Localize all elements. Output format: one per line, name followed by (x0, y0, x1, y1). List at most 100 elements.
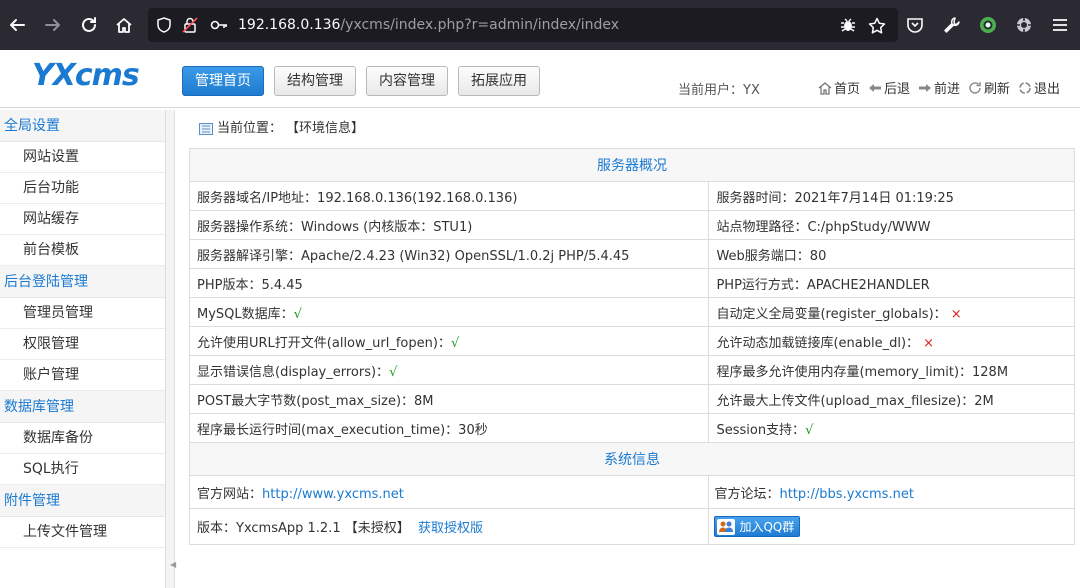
bug-icon[interactable] (840, 17, 856, 33)
url-host: 192.168.0.136 (238, 17, 341, 33)
app-header: YXcms 管理首页 结构管理 内容管理 拓展应用 当前用户：YX 首页 后退 … (0, 50, 1080, 108)
home-icon[interactable] (112, 13, 136, 37)
join-qq-group-button[interactable]: 加入QQ群 (714, 516, 801, 537)
display-errors: 显示错误信息(display_errors)：√ (188, 355, 710, 385)
version-info: 版本：YxcmsApp 1.2.1 【未授权】 获取授权版 (188, 508, 710, 545)
current-user: 当前用户：YX (678, 83, 760, 98)
official-forum-link[interactable]: http://bbs.yxcms.net (779, 487, 913, 502)
sidebar-group-login-management[interactable]: 后台登陆管理 (0, 266, 165, 298)
sidebar-group-global-settings[interactable]: 全局设置 (0, 110, 165, 142)
sidebar: 全局设置 网站设置 后台功能 网站缓存 前台模板 后台登陆管理 管理员管理 权限… (0, 110, 165, 588)
wrench-icon[interactable] (940, 13, 964, 37)
table-row: 官方网站：http://www.yxcms.net 官方论坛：http://bb… (188, 475, 1075, 509)
register-globals-label: 自动定义全局变量(register_globals)： (716, 306, 947, 322)
register-globals: 自动定义全局变量(register_globals)： × (708, 297, 1075, 327)
sidebar-item-backend-functions[interactable]: 后台功能 (0, 173, 165, 204)
breadcrumb-label: 当前位置： (217, 121, 283, 136)
official-site-link[interactable]: http://www.yxcms.net (262, 487, 404, 502)
check-icon: √ (450, 335, 460, 351)
back-icon[interactable] (5, 13, 29, 37)
check-icon: √ (293, 306, 302, 322)
cross-icon: × (923, 335, 935, 351)
official-forum-label: 官方论坛： (714, 486, 780, 502)
php-version: PHP版本：5.4.45 (188, 268, 710, 298)
memory-limit: 程序最多允许使用内存量(memory_limit)：128M (708, 355, 1075, 385)
sidebar-item-frontend-templates[interactable]: 前台模板 (0, 235, 165, 266)
tab-content[interactable]: 内容管理 (366, 66, 448, 96)
header-link-forward-label: 前进 (934, 82, 961, 97)
sidebar-item-database-backup[interactable]: 数据库备份 (0, 423, 165, 454)
sidebar-splitter[interactable] (165, 110, 175, 588)
check-icon: √ (805, 422, 814, 438)
server-overview-header-row: 服务器概况 (189, 148, 1075, 182)
main-content: 当前位置： 【环境信息】 服务器概况 服务器域名/IP地址：192.168.0.… (188, 110, 1075, 545)
menu-icon[interactable] (1048, 13, 1072, 37)
header-link-home[interactable]: 首页 (818, 78, 860, 97)
arrow-left-icon (869, 83, 881, 92)
header-link-logout-label: 退出 (1034, 82, 1061, 97)
get-license-link[interactable]: 获取授权版 (418, 521, 483, 536)
header-link-back[interactable]: 后退 (868, 78, 910, 97)
official-site-label: 官方网站： (197, 486, 263, 502)
table-row: POST最大字节数(post_max_size)：8M 允许最大上传文件(upl… (188, 384, 1075, 414)
server-engine: 服务器解译引擎：Apache/2.4.23 (Win32) OpenSSL/1.… (188, 239, 710, 269)
collapse-left-icon[interactable]: ◀ (170, 560, 176, 569)
arrow-right-icon (919, 83, 931, 92)
bookmark-star-icon[interactable] (868, 17, 886, 34)
sidebar-group-database[interactable]: 数据库管理 (0, 391, 165, 423)
allow-url-fopen: 允许使用URL打开文件(allow_url_fopen)：√ (188, 326, 710, 356)
max-execution-time: 程序最长运行时间(max_execution_time)：30秒 (188, 413, 710, 443)
tab-admin-home[interactable]: 管理首页 (182, 66, 264, 96)
sidebar-item-account-management[interactable]: 账户管理 (0, 360, 165, 391)
sidebar-item-site-cache[interactable]: 网站缓存 (0, 204, 165, 235)
tab-structure[interactable]: 结构管理 (274, 66, 356, 96)
sidebar-item-admin-management[interactable]: 管理员管理 (0, 298, 165, 329)
server-time: 服务器时间：2021年7月14日 01:19:25 (708, 181, 1075, 211)
logo: YXcms (32, 58, 140, 93)
web-port: Web服务端口：80 (708, 239, 1075, 269)
check-icon: √ (389, 364, 398, 380)
refresh-icon (969, 81, 981, 94)
url-bar[interactable]: 192.168.0.136/yxcms/index.php?r=admin/in… (148, 8, 898, 42)
header-link-refresh-label: 刷新 (984, 82, 1011, 97)
recycle-icon (1019, 81, 1031, 94)
session-label: Session支持： (716, 422, 806, 438)
sidebar-item-site-settings[interactable]: 网站设置 (0, 142, 165, 173)
extension-green-icon[interactable] (976, 13, 1000, 37)
breadcrumb-current: 【环境信息】 (286, 121, 365, 136)
table-row: 服务器解译引擎：Apache/2.4.23 (Win32) OpenSSL/1.… (188, 239, 1075, 269)
table-row: PHP版本：5.4.45 PHP运行方式：APACHE2HANDLER (188, 268, 1075, 298)
table-row: 显示错误信息(display_errors)：√ 程序最多允许使用内存量(mem… (188, 355, 1075, 385)
reload-icon[interactable] (77, 13, 101, 37)
forward-icon[interactable] (41, 13, 65, 37)
table-row: 服务器域名/IP地址：192.168.0.136(192.168.0.136) … (188, 181, 1075, 211)
table-row: 版本：YxcmsApp 1.2.1 【未授权】 获取授权版 加入QQ群 (188, 508, 1075, 545)
sidebar-item-uploaded-files[interactable]: 上传文件管理 (0, 517, 165, 548)
pocket-icon[interactable] (903, 13, 927, 37)
breadcrumb-icon (199, 123, 213, 135)
table-row: 允许使用URL打开文件(allow_url_fopen)：√ 允许动态加载链接库… (188, 326, 1075, 356)
sidebar-item-permission-management[interactable]: 权限管理 (0, 329, 165, 360)
key-icon[interactable] (210, 17, 227, 33)
sidebar-group-attachments[interactable]: 附件管理 (0, 485, 165, 517)
header-link-refresh[interactable]: 刷新 (968, 78, 1010, 97)
server-overview-title: 服务器概况 (189, 148, 1075, 182)
url-text[interactable]: 192.168.0.136/yxcms/index.php?r=admin/in… (238, 17, 619, 33)
display-errors-label: 显示错误信息(display_errors)： (197, 364, 390, 380)
system-info-header-row: 系统信息 (189, 442, 1075, 476)
url-path: /yxcms/index.php?r=admin/index/index (340, 17, 620, 33)
join-qq-group-label: 加入QQ群 (739, 520, 795, 534)
extension-gear-icon[interactable] (1012, 13, 1036, 37)
enable-dl: 允许动态加载链接库(enable_dl)： × (708, 326, 1075, 356)
header-link-forward[interactable]: 前进 (918, 78, 960, 97)
environment-info-table: 服务器概况 服务器域名/IP地址：192.168.0.136(192.168.0… (188, 148, 1075, 545)
house-icon (818, 81, 832, 95)
shield-icon[interactable] (156, 17, 172, 33)
session-support: Session支持：√ (708, 413, 1075, 443)
sidebar-item-sql-execute[interactable]: SQL执行 (0, 454, 165, 485)
header-link-logout[interactable]: 退出 (1018, 78, 1060, 97)
tab-extensions[interactable]: 拓展应用 (458, 66, 540, 96)
table-row: 服务器操作系统：Windows (内核版本：STU1) 站点物理路径：C:/ph… (188, 210, 1075, 240)
php-run-mode: PHP运行方式：APACHE2HANDLER (708, 268, 1075, 298)
insecure-lock-icon[interactable] (182, 17, 198, 33)
